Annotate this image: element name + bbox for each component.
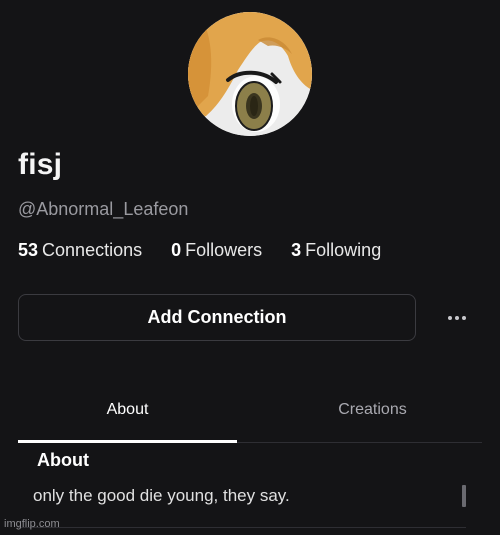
tab-creations[interactable]: Creations xyxy=(263,388,482,442)
display-name: fisj xyxy=(18,148,63,181)
followers-label: Followers xyxy=(185,240,263,260)
about-heading: About xyxy=(37,450,89,470)
more-horizontal-icon-dot xyxy=(455,316,459,320)
tab-about[interactable]: About xyxy=(18,388,237,443)
profile-stats: 53 Connections 0 Followers 3 Following xyxy=(18,240,410,261)
more-horizontal-icon-dot xyxy=(462,316,466,320)
username: @Abnormal_Leafeon xyxy=(18,199,189,219)
stat-followers[interactable]: 0 Followers xyxy=(171,240,262,261)
avatar-image xyxy=(188,12,312,136)
stat-connections[interactable]: 53 Connections xyxy=(18,240,142,261)
add-connection-button[interactable]: Add Connection xyxy=(18,294,416,341)
scrollbar-thumb[interactable] xyxy=(462,485,466,507)
about-text: only the good die young, they say. xyxy=(33,486,290,505)
profile-avatar[interactable] xyxy=(188,12,312,136)
watermark: imgflip.com xyxy=(4,518,60,530)
profile-tabs: About Creations xyxy=(18,388,482,443)
more-horizontal-icon xyxy=(448,316,452,320)
stat-following[interactable]: 3 Following xyxy=(291,240,381,261)
section-divider xyxy=(18,527,466,528)
more-options-button[interactable] xyxy=(440,306,474,330)
connections-label: Connections xyxy=(42,240,143,260)
followers-count: 0 xyxy=(171,240,182,260)
following-label: Following xyxy=(305,240,382,260)
connections-count: 53 xyxy=(18,240,39,260)
following-count: 3 xyxy=(291,240,302,260)
